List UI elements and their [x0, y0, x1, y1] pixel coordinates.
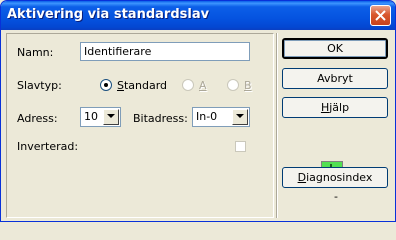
chevron-down-icon: [236, 114, 244, 118]
bit-address-dropdown-button[interactable]: [232, 109, 248, 125]
slave-type-label: Slavtyp:: [17, 79, 62, 92]
dialog-window: Aktivering via standardslav Namn: Identi…: [0, 0, 396, 222]
vertical-divider: [276, 33, 278, 218]
ok-button[interactable]: OK: [282, 38, 388, 59]
bit-address-label: Bitadress:: [133, 112, 188, 125]
radio-standard-label[interactable]: Standard: [117, 79, 167, 92]
help-button[interactable]: Hjälp: [282, 97, 388, 118]
address-select[interactable]: 10: [80, 107, 121, 127]
name-field[interactable]: Identifierare: [80, 42, 250, 61]
radio-a[interactable]: [182, 79, 194, 91]
radio-a-label: A: [199, 79, 207, 92]
inverted-checkbox[interactable]: [235, 141, 246, 152]
cancel-button[interactable]: Avbryt: [282, 68, 388, 89]
bit-address-select[interactable]: In-0: [192, 107, 250, 127]
diagnostic-index-button[interactable]: Diagnosindex: [282, 167, 388, 188]
close-button[interactable]: [370, 5, 391, 26]
chevron-down-icon: [107, 114, 115, 118]
window-title: Aktivering via standardslav: [7, 7, 210, 22]
bit-address-value: In-0: [196, 110, 218, 123]
radio-b-label: B: [244, 79, 252, 92]
radio-standard[interactable]: [100, 79, 112, 91]
radio-selected-dot: [104, 83, 108, 87]
address-label: Adress:: [17, 112, 58, 125]
address-value: 10: [84, 110, 98, 123]
address-dropdown-button[interactable]: [103, 109, 119, 125]
inverted-label: Inverterad:: [17, 140, 79, 153]
title-bar[interactable]: Aktivering via standardslav: [1, 1, 395, 30]
name-label: Namn:: [17, 46, 54, 59]
diagnostic-index-value: -: [334, 190, 338, 203]
dialog-client-area: Namn: Identifierare Slavtyp: Standard A …: [4, 30, 392, 220]
radio-b[interactable]: [227, 79, 239, 91]
close-icon: [375, 10, 386, 21]
